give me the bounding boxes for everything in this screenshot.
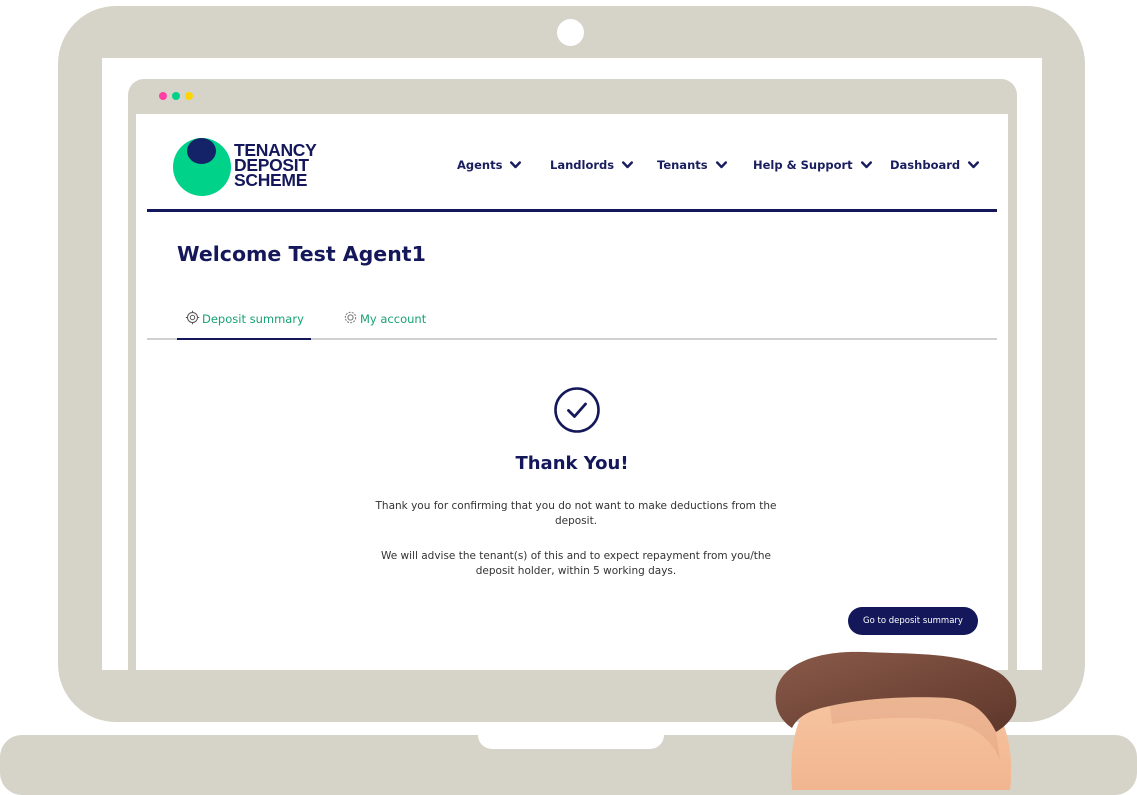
header-divider <box>147 209 997 212</box>
nav-item-agents[interactable]: Agents <box>457 158 522 172</box>
character-head-illustration <box>770 640 1030 790</box>
nav-item-dashboard[interactable]: Dashboard <box>890 158 980 172</box>
chevron-down-icon <box>860 161 872 169</box>
tab-my-account[interactable]: My account <box>343 310 426 328</box>
window-minimize-dot[interactable] <box>172 92 180 100</box>
nav-item-label: Tenants <box>657 158 708 172</box>
tab-deposit-summary[interactable]: Deposit summary <box>185 310 304 328</box>
chevron-down-icon <box>715 161 727 169</box>
tab-label: My account <box>360 312 427 326</box>
window-controls <box>159 92 193 100</box>
deposit-icon <box>185 310 200 328</box>
window-close-dot[interactable] <box>159 92 167 100</box>
main-nav: Agents Landlords Tenants Help & Support … <box>136 158 1008 178</box>
chevron-down-icon <box>622 161 634 169</box>
laptop-notch <box>478 728 664 749</box>
laptop-camera <box>557 19 584 46</box>
laptop-screen: TENANCY DEPOSIT SCHEME Agents Landlords <box>102 58 1042 670</box>
nav-item-help-support[interactable]: Help & Support <box>753 158 872 172</box>
account-gear-icon <box>343 310 358 328</box>
tab-label: Deposit summary <box>202 312 304 326</box>
active-tab-indicator <box>177 338 311 340</box>
chevron-down-icon <box>510 161 522 169</box>
page-title: Welcome Test Agent1 <box>177 242 426 266</box>
nav-item-tenants[interactable]: Tenants <box>657 158 727 172</box>
nav-item-label: Help & Support <box>753 158 853 172</box>
nav-item-label: Dashboard <box>890 158 961 172</box>
web-page: TENANCY DEPOSIT SCHEME Agents Landlords <box>136 114 1008 670</box>
nav-item-label: Landlords <box>550 158 615 172</box>
go-to-deposit-summary-button[interactable]: Go to deposit summary <box>848 607 978 635</box>
window-maximize-dot[interactable] <box>185 92 193 100</box>
check-circle-icon <box>553 386 601 438</box>
nav-item-label: Agents <box>457 158 503 172</box>
chevron-down-icon <box>968 161 980 169</box>
repayment-message: We will advise the tenant(s) of this and… <box>380 550 771 577</box>
tab-bar: Deposit summary My account <box>147 300 997 340</box>
confirmation-message: Thank you for confirming that you do not… <box>375 500 777 527</box>
browser-window: TENANCY DEPOSIT SCHEME Agents Landlords <box>128 79 1017 670</box>
nav-item-landlords[interactable]: Landlords <box>550 158 634 172</box>
confirmation-title: Thank You! <box>515 453 629 474</box>
